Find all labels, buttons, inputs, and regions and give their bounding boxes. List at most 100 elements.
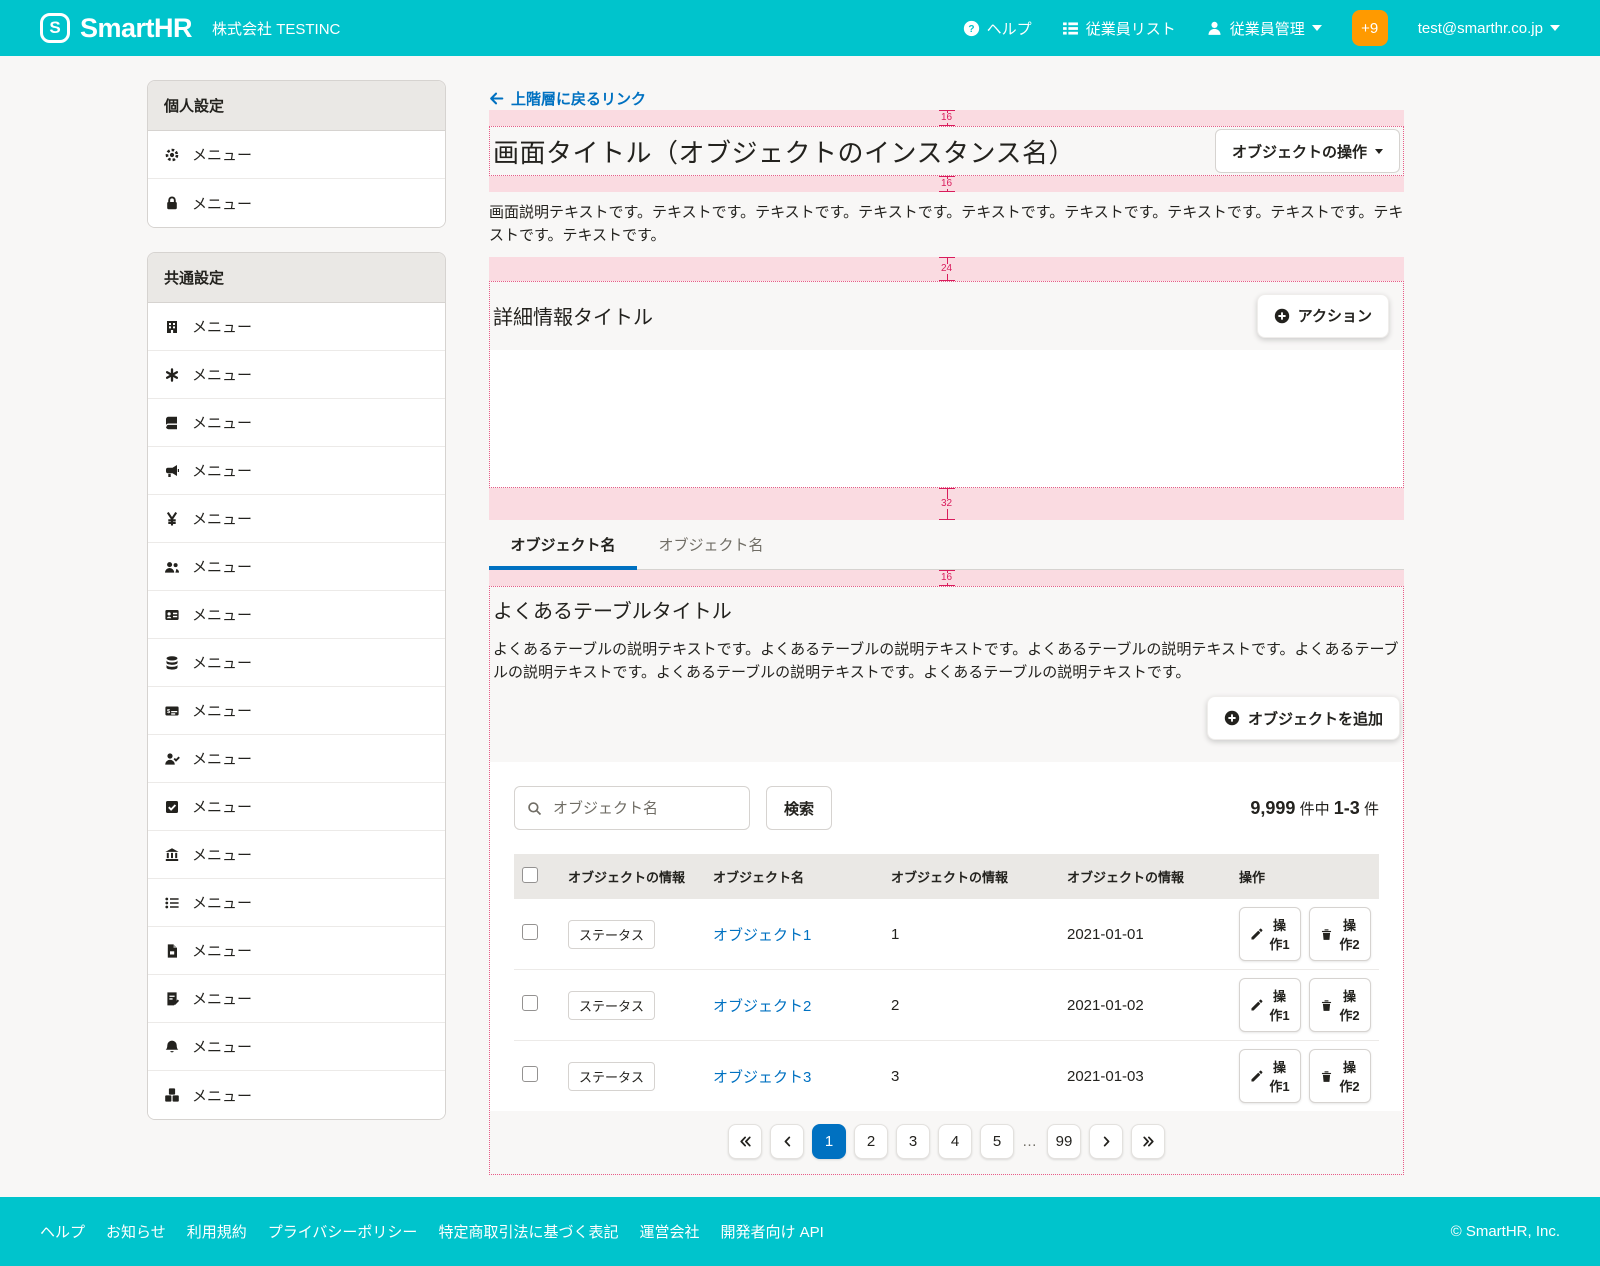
action-button[interactable]: アクション (1257, 294, 1389, 338)
sidebar-item-label: メニュー (192, 700, 252, 721)
delete-button[interactable]: 操作2 (1309, 907, 1371, 961)
sidebar-item-menu[interactable]: メニュー (148, 399, 445, 447)
select-all-checkbox[interactable] (522, 867, 538, 883)
sidebar-item-menu[interactable]: メニュー (148, 495, 445, 543)
spacing-annotation-16: 16 (489, 110, 1404, 126)
tab-object-name-1[interactable]: オブジェクト名 (489, 521, 637, 569)
sidebar-item-menu[interactable]: メニュー (148, 927, 445, 975)
object-link[interactable]: オブジェクト2 (713, 998, 811, 1015)
sidebar-item-label: メニュー (192, 556, 252, 577)
table-card: 検索 9,999 件中 1-3 件 オブジェクトの情報 オブジェクト名 (490, 762, 1403, 1111)
page-button-4[interactable]: 4 (938, 1124, 972, 1159)
object-link[interactable]: オブジェクト1 (713, 927, 811, 944)
sidebar-item-menu[interactable]: メニュー (148, 591, 445, 639)
account-email: test@smarthr.co.jp (1418, 20, 1543, 37)
detail-info-title: 詳細情報タイトル (493, 301, 653, 330)
table-row: ステータス オブジェクト1 1 2021-01-01 操作1 (514, 899, 1379, 970)
sidebar-item-menu[interactable]: メニュー (148, 1071, 445, 1119)
sidebar-item-label: メニュー (192, 316, 252, 337)
sidebar-item-menu[interactable]: メニュー (148, 303, 445, 351)
prev-page-button[interactable] (770, 1124, 804, 1159)
sidebar-item-menu[interactable]: メニュー (148, 879, 445, 927)
delete-button[interactable]: 操作2 (1309, 1049, 1371, 1103)
notification-badge[interactable]: +9 (1352, 10, 1388, 46)
edit-button[interactable]: 操作1 (1239, 907, 1301, 961)
object-actions-dropdown-button[interactable]: オブジェクトの操作 (1215, 129, 1400, 173)
sidebar-item-menu[interactable]: メニュー (148, 735, 445, 783)
footer-link-terms[interactable]: 利用規約 (187, 1221, 247, 1242)
help-icon: ? (963, 20, 980, 37)
edit-button[interactable]: 操作1 (1239, 978, 1301, 1032)
sidebar-item-label: メニュー (192, 508, 252, 529)
sidebar-item-menu[interactable]: メニュー (148, 131, 445, 179)
search-input[interactable] (551, 799, 737, 818)
sidebar-item-menu[interactable]: メニュー (148, 783, 445, 831)
row-checkbox[interactable] (522, 995, 538, 1011)
file-icon (164, 943, 180, 959)
footer-link-privacy[interactable]: プライバシーポリシー (268, 1221, 418, 1242)
page-button-99[interactable]: 99 (1047, 1124, 1081, 1159)
smarthr-logo[interactable]: S SmartHR (40, 13, 192, 44)
footer-link-help[interactable]: ヘルプ (40, 1221, 85, 1242)
sidebar-item-menu[interactable]: メニュー (148, 639, 445, 687)
page-button-1[interactable]: 1 (812, 1124, 846, 1159)
footer-link-commerce-law[interactable]: 特定商取引法に基づく表記 (438, 1221, 618, 1242)
status-badge: ステータス (568, 1062, 655, 1091)
sidebar-item-menu[interactable]: メニュー (148, 351, 445, 399)
page-button-5[interactable]: 5 (980, 1124, 1014, 1159)
object-link[interactable]: オブジェクト3 (713, 1069, 811, 1086)
sidebar: 個人設定 メニュー メニュー 共通設定 メニュー メニュー メニュー (147, 80, 446, 1197)
footer-link-developer-api[interactable]: 開発者向け API (720, 1221, 823, 1242)
account-menu[interactable]: test@smarthr.co.jp (1418, 20, 1560, 37)
sidebar-item-menu[interactable]: メニュー (148, 179, 445, 227)
sidebar-item-menu[interactable]: メニュー (148, 1023, 445, 1071)
list-icon (164, 895, 180, 911)
pencil-icon (1250, 928, 1263, 941)
sidebar-item-menu[interactable]: メニュー (148, 543, 445, 591)
user-check-icon (164, 751, 180, 767)
footer-link-company[interactable]: 運営会社 (639, 1221, 699, 1242)
plus-circle-icon (1224, 710, 1240, 726)
result-count: 9,999 件中 1-3 件 (1250, 798, 1379, 819)
pencil-icon (1250, 999, 1263, 1012)
yen-icon (164, 511, 180, 527)
copyright: © SmartHR, Inc. (1451, 1223, 1560, 1240)
sidebar-item-menu[interactable]: メニュー (148, 447, 445, 495)
users-icon (164, 559, 180, 575)
edit-button[interactable]: 操作1 (1239, 1049, 1301, 1103)
back-link[interactable]: 上階層に戻るリンク (489, 88, 646, 109)
delete-button[interactable]: 操作2 (1309, 978, 1371, 1032)
first-page-button[interactable] (728, 1124, 762, 1159)
next-page-button[interactable] (1089, 1124, 1123, 1159)
svg-text:?: ? (968, 24, 974, 35)
building-icon (164, 319, 180, 335)
add-object-button[interactable]: オブジェクトを追加 (1207, 696, 1400, 740)
spacing-annotation-16: 16 (489, 570, 1404, 586)
object-info: 2 (883, 970, 1059, 1041)
sidebar-item-label: メニュー (192, 988, 252, 1009)
nav-employee-admin[interactable]: 従業員管理 (1206, 18, 1322, 39)
sidebar-item-label: メニュー (192, 193, 252, 214)
row-checkbox[interactable] (522, 924, 538, 940)
nav-employee-list-label: 従業員リスト (1086, 18, 1176, 39)
page-button-2[interactable]: 2 (854, 1124, 888, 1159)
plus-circle-icon (1274, 308, 1290, 324)
count-total: 9,999 (1250, 798, 1295, 818)
nav-help[interactable]: ? ヘルプ (963, 18, 1032, 39)
nav-employee-list[interactable]: 従業員リスト (1062, 18, 1176, 39)
payment-card-icon: $ (164, 703, 180, 719)
search-button[interactable]: 検索 (766, 786, 832, 830)
footer-link-news[interactable]: お知らせ (106, 1221, 166, 1242)
sidebar-item-menu[interactable]: メニュー (148, 831, 445, 879)
sidebar-item-label: メニュー (192, 748, 252, 769)
last-page-button[interactable] (1131, 1124, 1165, 1159)
tab-object-name-2[interactable]: オブジェクト名 (637, 521, 785, 569)
page-button-3[interactable]: 3 (896, 1124, 930, 1159)
sidebar-item-label: メニュー (192, 652, 252, 673)
sidebar-item-menu[interactable]: メニュー (148, 975, 445, 1023)
sidebar-item-menu[interactable]: $ メニュー (148, 687, 445, 735)
row-checkbox[interactable] (522, 1066, 538, 1082)
spacing-annotation-16: 16 (489, 176, 1404, 192)
object-date: 2021-01-01 (1059, 899, 1231, 970)
sidebar-item-label: メニュー (192, 144, 252, 165)
